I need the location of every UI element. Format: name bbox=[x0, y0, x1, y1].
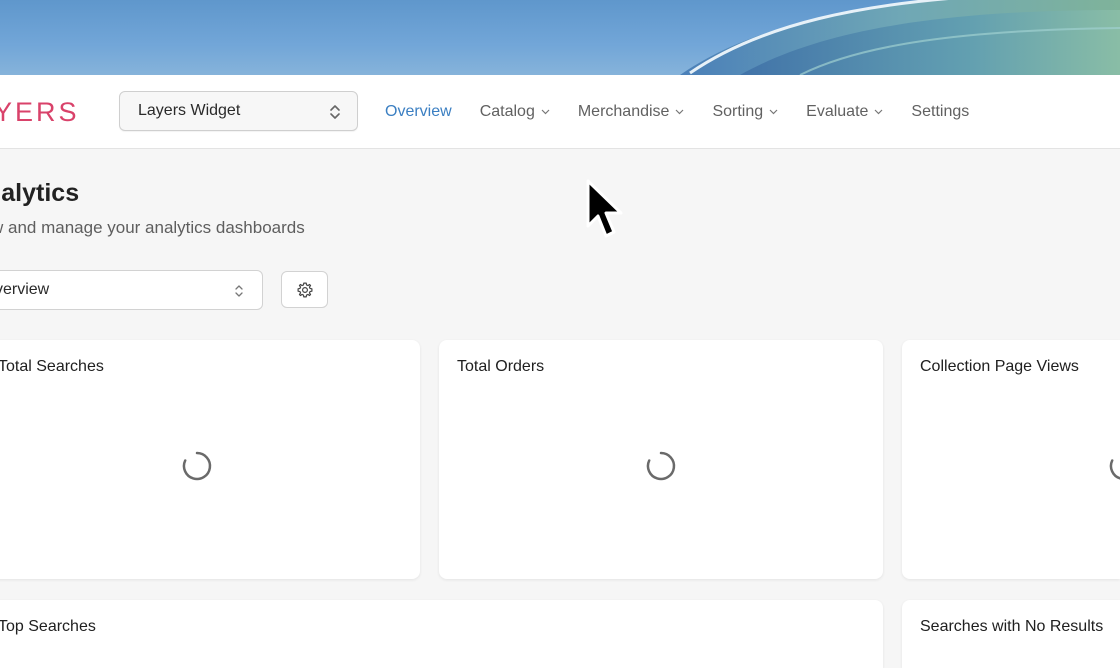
card-top-searches: Top Searches bbox=[0, 600, 883, 668]
page-title: nalytics bbox=[0, 179, 80, 207]
main-nav: Overview Catalog Merchandise Sorting Eva… bbox=[385, 101, 997, 123]
card-title: Total Searches bbox=[0, 358, 104, 375]
card-total-searches: Total Searches bbox=[0, 340, 420, 579]
dashboard-select[interactable]: verview bbox=[0, 270, 263, 310]
nav-item-label: Merchandise bbox=[577, 103, 670, 120]
store-select[interactable]: Layers Widget bbox=[119, 91, 358, 131]
nav-item-catalog[interactable]: Catalog bbox=[480, 101, 550, 123]
card-searches-no-results: Searches with No Results bbox=[902, 600, 1120, 668]
chevron-up-down-icon bbox=[330, 105, 340, 119]
spinner-icon bbox=[1109, 459, 1120, 480]
logo: YERS bbox=[0, 97, 80, 127]
card-title: Top Searches bbox=[0, 618, 96, 635]
header-banner bbox=[0, 0, 1120, 75]
card-title: Searches with No Results bbox=[920, 618, 1104, 635]
mouse-pointer-icon bbox=[586, 179, 623, 238]
page-subtitle: w and manage your analytics dashboards bbox=[0, 218, 305, 237]
card-total-orders: Total Orders bbox=[439, 340, 883, 579]
nav-item-merchandise[interactable]: Merchandise bbox=[578, 101, 685, 123]
nav-item-sorting[interactable]: Sorting bbox=[712, 101, 778, 123]
chevron-down-icon bbox=[769, 109, 778, 115]
dashboard-select-value: verview bbox=[0, 281, 50, 298]
top-header: YERS Layers Widget Overview Catalog Merc… bbox=[0, 75, 1120, 149]
nav-item-label: Sorting bbox=[712, 103, 764, 120]
card-title: Collection Page Views bbox=[920, 358, 1079, 375]
nav-item-label: Overview bbox=[385, 103, 452, 120]
chevron-down-icon bbox=[874, 109, 883, 115]
spinner-icon bbox=[182, 451, 212, 481]
banner-art bbox=[680, 0, 1120, 75]
nav-item-label: Evaluate bbox=[806, 103, 869, 120]
nav-item-label: Settings bbox=[911, 103, 970, 120]
chevron-up-down-icon bbox=[235, 285, 243, 297]
nav-item-settings[interactable]: Settings bbox=[911, 101, 969, 123]
nav-item-evaluate[interactable]: Evaluate bbox=[806, 101, 883, 123]
nav-item-label: Catalog bbox=[479, 103, 535, 120]
chevron-down-icon bbox=[541, 109, 550, 115]
nav-item-overview[interactable]: Overview bbox=[385, 101, 452, 123]
card-title: Total Orders bbox=[457, 358, 545, 375]
dashboard-settings-button[interactable] bbox=[281, 271, 328, 308]
chevron-down-icon bbox=[676, 109, 684, 115]
card-collection-page-views: Collection Page Views bbox=[902, 340, 1120, 579]
store-select-value: Layers Widget bbox=[138, 102, 241, 119]
spinner-icon bbox=[646, 451, 676, 481]
gear-icon bbox=[297, 282, 312, 297]
